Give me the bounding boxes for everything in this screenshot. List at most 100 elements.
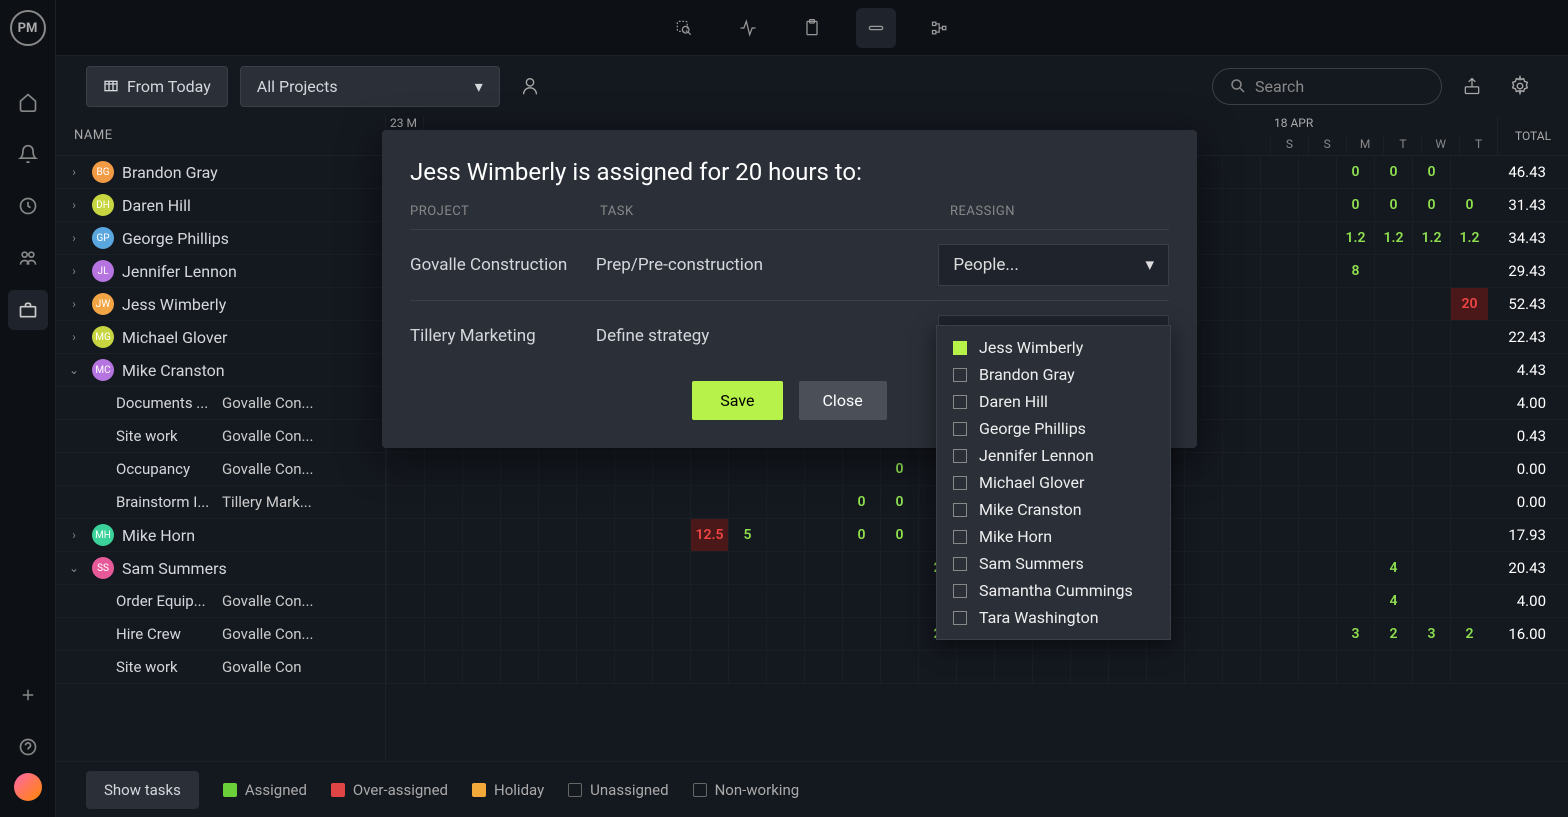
activity-icon[interactable] bbox=[728, 8, 768, 48]
grid-cell[interactable] bbox=[1222, 288, 1260, 320]
grid-cell[interactable] bbox=[386, 552, 424, 584]
person-row[interactable]: ⌄ MC Mike Cranston bbox=[56, 354, 385, 387]
grid-cell[interactable] bbox=[956, 651, 994, 683]
grid-cell[interactable] bbox=[1450, 354, 1488, 386]
grid-cell[interactable] bbox=[766, 453, 804, 485]
grid-cell[interactable]: 8 bbox=[1336, 255, 1374, 287]
grid-cell[interactable] bbox=[728, 486, 766, 518]
grid-cell[interactable] bbox=[538, 651, 576, 683]
grid-cell[interactable] bbox=[1412, 387, 1450, 419]
grid-cell[interactable] bbox=[1374, 651, 1412, 683]
grid-cell[interactable] bbox=[994, 651, 1032, 683]
grid-cell[interactable] bbox=[1450, 519, 1488, 551]
grid-cell[interactable] bbox=[1298, 618, 1336, 650]
grid-cell[interactable] bbox=[424, 552, 462, 584]
grid-cell[interactable] bbox=[690, 453, 728, 485]
grid-cell[interactable] bbox=[1260, 321, 1298, 353]
grid-cell[interactable] bbox=[1222, 420, 1260, 452]
grid-cell[interactable] bbox=[1450, 651, 1488, 683]
grid-cell[interactable] bbox=[424, 651, 462, 683]
grid-cell[interactable] bbox=[1412, 288, 1450, 320]
grid-cell[interactable] bbox=[842, 552, 880, 584]
person-row[interactable]: › GP George Phillips bbox=[56, 222, 385, 255]
dropdown-item[interactable]: Mike Horn bbox=[937, 523, 1170, 550]
dropdown-item[interactable]: Brandon Gray bbox=[937, 361, 1170, 388]
grid-cell[interactable]: 0 bbox=[1412, 189, 1450, 221]
grid-cell[interactable] bbox=[1374, 420, 1412, 452]
grid-cell[interactable] bbox=[1222, 453, 1260, 485]
grid-cell[interactable] bbox=[424, 618, 462, 650]
reassign-select[interactable]: People... ▾ bbox=[938, 244, 1169, 286]
grid-cell[interactable] bbox=[500, 486, 538, 518]
grid-cell[interactable] bbox=[1374, 387, 1412, 419]
grid-cell[interactable] bbox=[728, 651, 766, 683]
grid-cell[interactable] bbox=[652, 618, 690, 650]
grid-cell[interactable] bbox=[652, 552, 690, 584]
checkbox-icon[interactable] bbox=[953, 584, 967, 598]
checkbox-icon[interactable] bbox=[953, 476, 967, 490]
grid-cell[interactable] bbox=[1336, 486, 1374, 518]
grid-cell[interactable] bbox=[1298, 420, 1336, 452]
grid-cell[interactable] bbox=[1260, 453, 1298, 485]
grid-cell[interactable]: 0 bbox=[842, 519, 880, 551]
grid-cell[interactable] bbox=[1374, 288, 1412, 320]
dropdown-item[interactable]: Jess Wimberly bbox=[937, 334, 1170, 361]
grid-cell[interactable] bbox=[1298, 519, 1336, 551]
grid-cell[interactable] bbox=[690, 486, 728, 518]
expand-arrow-icon[interactable]: › bbox=[64, 264, 84, 278]
grid-cell[interactable] bbox=[1222, 156, 1260, 188]
grid-cell[interactable] bbox=[1336, 651, 1374, 683]
checkbox-icon[interactable] bbox=[953, 611, 967, 625]
expand-arrow-icon[interactable]: › bbox=[64, 165, 84, 179]
grid-cell[interactable]: 0 bbox=[1450, 189, 1488, 221]
briefcase-icon[interactable] bbox=[8, 290, 48, 330]
people-dropdown[interactable]: Jess WimberlyBrandon GrayDaren HillGeorg… bbox=[936, 325, 1171, 640]
grid-cell[interactable] bbox=[1184, 651, 1222, 683]
grid-cell[interactable] bbox=[690, 552, 728, 584]
grid-cell[interactable] bbox=[614, 519, 652, 551]
grid-cell[interactable] bbox=[538, 519, 576, 551]
grid-cell[interactable] bbox=[728, 585, 766, 617]
grid-cell[interactable]: 0 bbox=[1374, 189, 1412, 221]
grid-cell[interactable] bbox=[1298, 321, 1336, 353]
grid-cell[interactable] bbox=[690, 651, 728, 683]
grid-cell[interactable] bbox=[842, 585, 880, 617]
grid-cell[interactable] bbox=[1412, 321, 1450, 353]
dropdown-item[interactable]: Samantha Cummings bbox=[937, 577, 1170, 604]
grid-cell[interactable] bbox=[1450, 321, 1488, 353]
task-row[interactable]: Site work Govalle Con... bbox=[56, 420, 385, 453]
grid-cell[interactable] bbox=[576, 453, 614, 485]
grid-cell[interactable] bbox=[424, 519, 462, 551]
grid-cell[interactable] bbox=[1412, 486, 1450, 518]
grid-cell[interactable]: 1.2 bbox=[1450, 222, 1488, 254]
grid-cell[interactable]: 0 bbox=[1336, 189, 1374, 221]
grid-cell[interactable] bbox=[728, 552, 766, 584]
gear-icon[interactable] bbox=[1502, 68, 1538, 104]
dropdown-item[interactable]: Jennifer Lennon bbox=[937, 442, 1170, 469]
dropdown-item[interactable]: George Phillips bbox=[937, 415, 1170, 442]
person-icon[interactable] bbox=[512, 68, 548, 104]
grid-cell[interactable] bbox=[1260, 156, 1298, 188]
grid-cell[interactable] bbox=[500, 519, 538, 551]
grid-cell[interactable] bbox=[386, 519, 424, 551]
grid-cell[interactable] bbox=[1260, 651, 1298, 683]
logo[interactable]: PM bbox=[10, 10, 46, 46]
grid-cell[interactable] bbox=[500, 651, 538, 683]
share-icon[interactable] bbox=[1454, 68, 1490, 104]
checkbox-icon[interactable] bbox=[953, 368, 967, 382]
grid-cell[interactable] bbox=[1222, 222, 1260, 254]
help-icon[interactable] bbox=[8, 727, 48, 767]
grid-cell[interactable] bbox=[1298, 288, 1336, 320]
person-row[interactable]: › DH Daren Hill bbox=[56, 189, 385, 222]
grid-cell[interactable]: 1.2 bbox=[1374, 222, 1412, 254]
grid-cell[interactable] bbox=[804, 618, 842, 650]
grid-cell[interactable] bbox=[1374, 354, 1412, 386]
grid-cell[interactable] bbox=[1298, 189, 1336, 221]
projects-filter-select[interactable]: All Projects ▾ bbox=[240, 66, 500, 107]
grid-cell[interactable] bbox=[576, 618, 614, 650]
grid-cell[interactable] bbox=[1184, 552, 1222, 584]
grid-cell[interactable] bbox=[1146, 651, 1184, 683]
grid-cell[interactable] bbox=[1260, 585, 1298, 617]
task-row[interactable]: Occupancy Govalle Con... bbox=[56, 453, 385, 486]
person-row[interactable]: › JW Jess Wimberly bbox=[56, 288, 385, 321]
